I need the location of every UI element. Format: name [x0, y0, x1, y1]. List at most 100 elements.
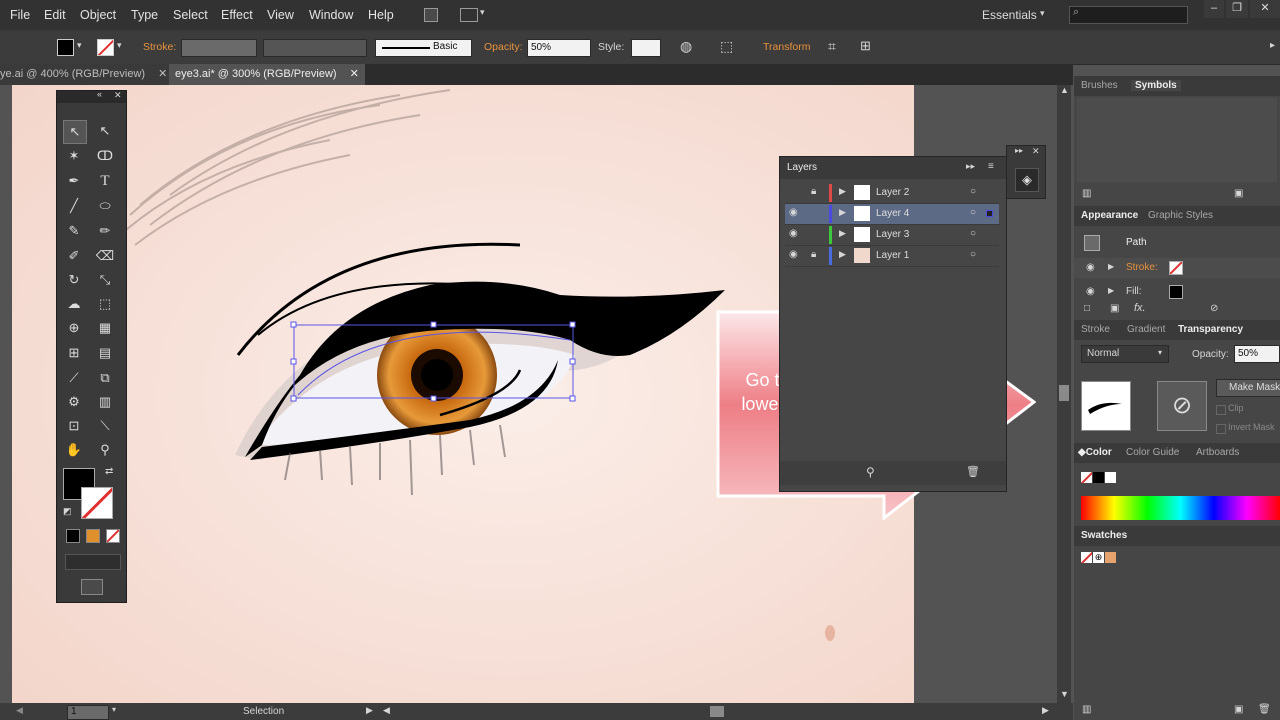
chevron-up-icon[interactable]: ▲: [1060, 85, 1069, 95]
layer-name[interactable]: Layer 3: [876, 229, 909, 240]
stroke-swatch[interactable]: [97, 39, 114, 56]
clip-checkbox[interactable]: [1216, 405, 1226, 415]
bridge-icon[interactable]: [424, 8, 438, 22]
add-fill-icon[interactable]: ▣: [1110, 303, 1119, 314]
type-tool-icon[interactable]: T: [94, 170, 116, 192]
brush-select[interactable]: Basic: [375, 39, 472, 57]
column-graph-tool-icon[interactable]: ▥: [94, 391, 116, 413]
lock-icon[interactable]: 🔒︎: [811, 186, 816, 197]
tools-panel-header[interactable]: « ✕: [57, 89, 126, 103]
gradient-mode-icon[interactable]: [86, 529, 100, 543]
expand-icon[interactable]: ▶: [839, 249, 846, 260]
vertical-scrollbar[interactable]: ▲ ▼: [1057, 85, 1071, 703]
symbol-sprayer-tool-icon[interactable]: ⚙: [63, 391, 85, 413]
recolor-artwork-icon[interactable]: ◍: [680, 38, 692, 55]
tab-brushes[interactable]: Brushes: [1081, 80, 1118, 91]
scale-tool-icon[interactable]: ⤡: [94, 269, 116, 291]
tab-swatches[interactable]: Swatches: [1081, 530, 1127, 541]
lasso-tool-icon[interactable]: ↀ: [94, 145, 116, 167]
chevron-left-icon[interactable]: ◀: [16, 705, 23, 716]
collapse-icon[interactable]: ▸▸: [966, 161, 975, 172]
menu-effect[interactable]: Effect: [221, 8, 253, 22]
chevron-down-icon[interactable]: ▾: [77, 40, 82, 51]
tab-document-1[interactable]: ye.ai @ 400% (RGB/Preview) ✕: [0, 64, 174, 85]
layer-name[interactable]: Layer 2: [876, 187, 909, 198]
tab-color-guide[interactable]: Color Guide: [1126, 447, 1179, 458]
appearance-stroke-label[interactable]: Stroke:: [1126, 262, 1158, 273]
menu-help[interactable]: Help: [368, 8, 394, 22]
target-icon[interactable]: ○: [970, 249, 976, 260]
slice-tool-icon[interactable]: ⟍: [94, 415, 116, 437]
chevron-down-icon[interactable]: ▼: [1060, 689, 1069, 699]
menu-edit[interactable]: Edit: [44, 8, 66, 22]
workspace-switcher[interactable]: Essentials: [982, 8, 1037, 22]
new-symbol-icon[interactable]: ▣: [1234, 188, 1243, 199]
shape-builder-tool-icon[interactable]: ⊕: [63, 317, 85, 339]
blend-mode-select[interactable]: Normal ▾: [1081, 345, 1169, 363]
make-mask-button[interactable]: Make Mask: [1216, 379, 1280, 397]
screen-mode-icon[interactable]: [81, 579, 103, 595]
fill-black-swatch[interactable]: [1169, 285, 1183, 299]
mask-thumbnail[interactable]: ⊘: [1157, 381, 1207, 431]
minimize-button[interactable]: –: [1204, 0, 1224, 18]
menu-view[interactable]: View: [267, 8, 294, 22]
layer-row[interactable]: 🔒︎ ▶ Layer 2 ○: [785, 183, 999, 204]
collapse-icon[interactable]: ▸▸: [1015, 146, 1023, 155]
chevron-down-icon[interactable]: ▾: [117, 40, 122, 51]
appearance-fill-label[interactable]: Fill:: [1126, 286, 1142, 297]
color-mode-icon[interactable]: [66, 529, 80, 543]
search-icon[interactable]: ⚲: [866, 465, 875, 479]
layers-icon[interactable]: ◈: [1015, 168, 1039, 192]
chevron-right-icon[interactable]: ▶: [1042, 705, 1049, 716]
menu-file[interactable]: File: [10, 8, 30, 22]
layer-row[interactable]: ◉ ▶ Layer 3 ○: [785, 225, 999, 246]
layers-panel-header[interactable]: Layers ▸▸ ≡: [780, 157, 1006, 179]
menu-type[interactable]: Type: [131, 8, 158, 22]
arrange-documents-icon[interactable]: [460, 8, 478, 22]
new-swatch-icon[interactable]: ▣: [1234, 704, 1243, 715]
close-icon[interactable]: ✕: [158, 68, 167, 80]
expand-icon[interactable]: ▶: [1108, 286, 1114, 295]
tab-gradient[interactable]: Gradient: [1127, 324, 1165, 335]
stroke-color-swatch[interactable]: [81, 487, 113, 519]
chevron-left-icon[interactable]: ◀: [383, 705, 390, 716]
close-icon[interactable]: ✕: [350, 68, 359, 80]
stroke-weight-input[interactable]: [181, 39, 257, 57]
restore-button[interactable]: ❐: [1226, 0, 1248, 18]
eraser-tool-icon[interactable]: ⌫: [94, 245, 116, 267]
blend-tool-icon[interactable]: ⧉: [94, 367, 116, 389]
white-color-swatch[interactable]: [1105, 472, 1116, 483]
target-icon[interactable]: ○: [970, 207, 976, 218]
expand-icon[interactable]: ▶: [839, 186, 846, 197]
warp-tool-icon[interactable]: ☁: [63, 293, 85, 315]
panel-menu-icon[interactable]: ▸: [1270, 40, 1275, 51]
none-mode-icon[interactable]: [106, 529, 120, 543]
blob-brush-tool-icon[interactable]: ✐: [63, 245, 85, 267]
expand-icon[interactable]: ▶: [1108, 262, 1114, 271]
opacity-label[interactable]: Opacity:: [484, 41, 523, 53]
isolate-icon[interactable]: ⌗: [828, 38, 836, 55]
tab-transparency[interactable]: Transparency: [1178, 324, 1243, 335]
chevron-right-icon[interactable]: ▶: [366, 705, 373, 716]
free-transform-tool-icon[interactable]: ⬚: [94, 293, 116, 315]
close-icon[interactable]: ✕: [1032, 146, 1040, 157]
swatch-skin[interactable]: [1105, 552, 1116, 563]
add-stroke-icon[interactable]: □: [1084, 303, 1090, 314]
mesh-tool-icon[interactable]: ⊞: [63, 342, 85, 364]
artboard-tool-icon[interactable]: ⊡: [63, 415, 85, 437]
scroll-thumb[interactable]: [710, 706, 724, 717]
eye-icon[interactable]: ◉: [789, 249, 798, 260]
opacity-input[interactable]: 50%: [527, 39, 591, 57]
close-button[interactable]: ✕: [1250, 0, 1280, 18]
pen-tool-icon[interactable]: ✒: [63, 170, 85, 192]
collapse-icon[interactable]: «: [97, 89, 102, 99]
perspective-grid-tool-icon[interactable]: ▦: [94, 317, 116, 339]
default-colors-icon[interactable]: ◩: [63, 506, 72, 517]
hand-tool-icon[interactable]: ✋: [63, 439, 85, 461]
tab-document-2[interactable]: eye3.ai* @ 300% (RGB/Preview) ✕: [169, 64, 365, 85]
layer-name[interactable]: Layer 4: [876, 208, 909, 219]
eye-icon[interactable]: ◉: [789, 228, 798, 239]
none-color-swatch[interactable]: [1081, 472, 1092, 483]
direct-selection-tool-icon[interactable]: ↖: [94, 120, 116, 142]
variable-width-select[interactable]: [263, 39, 367, 57]
